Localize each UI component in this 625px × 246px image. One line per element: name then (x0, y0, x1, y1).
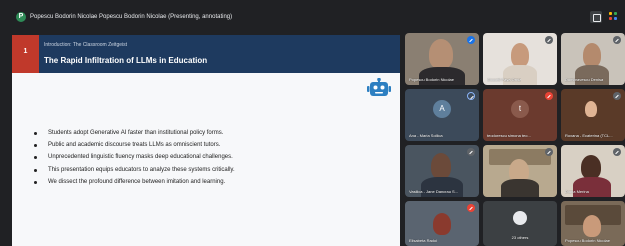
slide-subtitle: Introduction: The Classroom Zeitgeist (44, 42, 128, 48)
participant-tile[interactable]: Dumbravescu Denisa (561, 33, 625, 85)
participant-name: teodorescu simona teo... (487, 133, 531, 138)
participant-video (511, 43, 529, 67)
slide-bullet: Students adopt Generative AI faster than… (34, 127, 235, 139)
participant-avatar: t (511, 100, 529, 118)
slide-bullet: This presentation equips educators to an… (34, 164, 235, 176)
participant-name: Roxana - Ecaterina (TCL... (565, 133, 613, 138)
slide-bullet: Public and academic discourse treats LLM… (34, 139, 235, 151)
participant-tile[interactable]: Popescu Bodorin Nicolae (561, 201, 625, 246)
mic-off-icon (467, 148, 475, 156)
others-tile[interactable]: 23 others (483, 201, 557, 246)
participant-tile[interactable]: Vasilica - Jane Dancrau S... (405, 145, 479, 197)
layout-icon[interactable] (608, 11, 620, 23)
participant-tile[interactable]: Roxana - Ecaterina (TCL... (561, 89, 625, 141)
slide-bullet: Unprecedented linguistic fluency masks d… (34, 151, 235, 163)
slide-header: 1 Introduction: The Classroom Zeitgeist … (12, 35, 400, 73)
participant-name: Popescu Bodorin Nicolae (565, 238, 610, 243)
mic-off-icon (545, 36, 553, 44)
presenter-label: Popescu Bodorin Nicolae Popescu Bodorin … (30, 14, 233, 20)
mic-off-icon (545, 148, 553, 156)
participant-video (585, 101, 597, 117)
participant-video (583, 215, 601, 237)
participant-avatar: A (433, 100, 451, 118)
participant-tile[interactable]: Elisabeta Radoi (405, 201, 479, 246)
slide-number-box: 1 (12, 35, 39, 73)
participant-tile[interactable] (483, 145, 557, 197)
slide-bullet: We dissect the profound difference betwe… (34, 176, 235, 188)
participant-video (583, 43, 601, 67)
participant-tile[interactable]: A Ana - Maria Sollica (405, 89, 479, 141)
participant-tile[interactable]: Diana Merina (561, 145, 625, 197)
mic-off-icon (613, 36, 621, 44)
participant-name: Ana - Maria Sollica (409, 133, 443, 138)
participant-video (429, 39, 453, 69)
participant-video (431, 153, 451, 179)
more-options-icon[interactable] (467, 36, 475, 44)
participant-video (581, 155, 601, 179)
others-count: 23 others (511, 235, 529, 240)
presenter-bar: P Popescu Bodorin Nicolae Popescu Bodori… (0, 0, 625, 29)
mic-off-icon (467, 204, 475, 212)
slide-bullet-list: Students adopt Generative AI faster than… (34, 127, 235, 188)
participant-video (433, 213, 451, 235)
captions-icon[interactable] (590, 11, 602, 23)
slide-number: 1 (23, 48, 28, 55)
participant-name: Diana Merina (565, 189, 589, 194)
participant-name: Popescu Bodorin Nicolae (409, 77, 454, 82)
robot-icon (367, 78, 391, 96)
participant-name: Vasilica - Jane Dancrau S... (409, 189, 459, 194)
others-avatar (513, 211, 527, 225)
mic-off-icon (545, 92, 553, 100)
participant-tile[interactable]: t teodorescu simona teo... (483, 89, 557, 141)
participant-tile[interactable]: Popescu Bodorin Nicolae (405, 33, 479, 85)
participant-name: Dumbravescu Denisa (565, 77, 604, 82)
slide-title: The Rapid Infiltration of LLMs in Educat… (44, 56, 208, 65)
participant-name: Elisabeta Radoi (409, 238, 438, 243)
speaking-icon (467, 92, 475, 100)
shared-slide: 1 Introduction: The Classroom Zeitgeist … (12, 35, 400, 246)
presenter-avatar: P (16, 12, 26, 22)
participant-name: Ciocotti Paya Ornia (487, 77, 522, 82)
participant-tile[interactable]: Ciocotti Paya Ornia (483, 33, 557, 85)
mic-off-icon (613, 92, 621, 100)
mic-off-icon (613, 148, 621, 156)
meeting-window: P Popescu Bodorin Nicolae Popescu Bodori… (0, 0, 625, 246)
